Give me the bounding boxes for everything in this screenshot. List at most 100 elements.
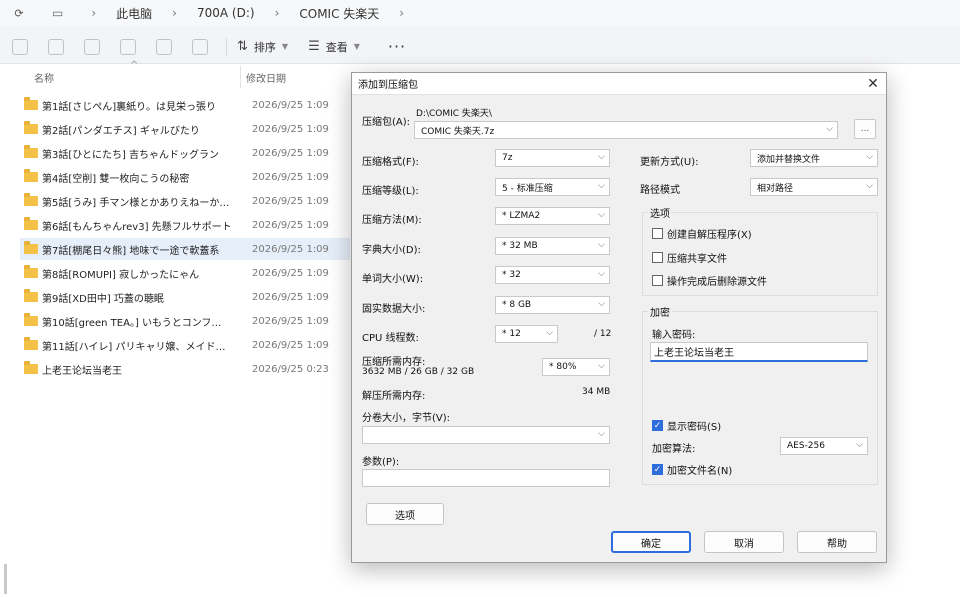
format-label: 压缩格式(F): <box>362 157 419 168</box>
chevron-right-icon: › <box>91 6 97 20</box>
pathmode-select[interactable]: 相对路径 ⌵ <box>750 178 878 196</box>
encryption-method-select[interactable]: AES-256 ⌵ <box>780 437 868 455</box>
file-row[interactable]: 第5話[うみ] 手マン様とかありえねーか… 2026/9/25 1:09 <box>20 190 350 212</box>
file-row[interactable]: 第8話[ROMUPI] 寂しかったにゃん 2026/9/25 1:09 <box>20 262 350 284</box>
level-label: 压缩等级(L): <box>362 186 419 197</box>
password-input[interactable]: 上老王论坛当老王 <box>650 342 868 362</box>
column-header-name[interactable]: 名称 <box>34 70 54 88</box>
level-select[interactable]: 5 - 标准压缩 ⌵ <box>495 178 610 196</box>
chevron-down-icon: ⌵ <box>598 152 605 162</box>
share-icon[interactable] <box>156 38 172 55</box>
folder-icon <box>24 241 38 254</box>
browse-button[interactable]: ... <box>854 119 876 139</box>
checkbox-unchecked-icon <box>652 252 663 263</box>
ok-button[interactable]: 确定 <box>611 531 691 553</box>
file-name: 第5話[うみ] 手マン様とかありえねーか… <box>42 197 230 209</box>
method-value: * LZMA2 <box>502 211 541 221</box>
breadcrumb-item-drive[interactable]: 700A (D:) <box>191 6 261 20</box>
file-row[interactable]: 第10話[green TEA。] いもうとコンフ… 2026/9/25 1:09 <box>20 310 350 332</box>
file-date: 2026/9/25 1:09 <box>252 147 329 159</box>
dict-value: * 32 MB <box>502 241 538 251</box>
file-name: 第2話[パンダエチス] ギャルびたり <box>42 125 200 137</box>
format-select[interactable]: 7z ⌵ <box>495 149 610 167</box>
file-date: 2026/9/25 1:09 <box>252 291 329 303</box>
show-password-checkbox[interactable]: ✓ 显示密码(S) <box>652 418 721 433</box>
params-input[interactable] <box>362 469 610 487</box>
dict-select[interactable]: * 32 MB ⌵ <box>495 237 610 255</box>
update-select[interactable]: 添加并替换文件 ⌵ <box>750 149 878 167</box>
solid-label: 固实数据大小: <box>362 304 426 315</box>
sort-button[interactable]: ⇅ 排序 ▼ <box>237 39 288 55</box>
file-date: 2026/9/25 1:09 <box>252 315 329 327</box>
solid-select[interactable]: * 8 GB ⌵ <box>495 296 610 314</box>
file-date: 2026/9/25 1:09 <box>252 339 329 351</box>
sort-label: 排序 <box>253 40 276 54</box>
split-select[interactable]: ⌵ <box>362 426 610 444</box>
file-date: 2026/9/25 1:09 <box>252 123 329 135</box>
view-button[interactable]: ☰ 查看 ▼ <box>308 39 360 55</box>
options-button[interactable]: 选项 <box>366 503 444 525</box>
archive-path: D:\COMIC 失楽天\ <box>416 109 492 119</box>
more-options-icon[interactable]: ··· <box>388 37 406 56</box>
file-row[interactable]: 第4話[空削] 雙一枚向こうの秘密 2026/9/25 1:09 <box>20 166 350 188</box>
refresh-icon[interactable]: ⟳ <box>12 6 26 20</box>
add-to-archive-dialog: 添加到压缩包 ✕ 压缩包(A): D:\COMIC 失楽天\ COMIC 失楽天… <box>351 72 887 563</box>
breadcrumb-item-folder[interactable]: COMIC 失楽天 <box>293 5 385 22</box>
chevron-down-icon: ⌵ <box>856 440 863 450</box>
chevron-down-icon: ⌵ <box>826 124 833 134</box>
paste-icon[interactable] <box>120 38 136 55</box>
delete-after-checkbox[interactable]: 操作完成后删除源文件 <box>652 273 767 288</box>
file-row[interactable]: 第9話[XD田中] 巧蓋の聴眠 2026/9/25 1:09 <box>20 286 350 308</box>
method-label: 压缩方法(M): <box>362 215 422 226</box>
params-label: 参数(P): <box>362 457 400 468</box>
pathmode-value: 相对路径 <box>757 183 794 194</box>
cut-icon[interactable] <box>48 38 64 55</box>
method-select[interactable]: * LZMA2 ⌵ <box>495 207 610 225</box>
encryption-method-label: 加密算法: <box>652 444 696 455</box>
new-icon[interactable] <box>12 38 28 55</box>
delete-icon[interactable] <box>192 38 208 55</box>
update-value: 添加并替换文件 <box>757 154 821 165</box>
cpu-value: * 12 <box>502 329 521 339</box>
breadcrumb: › 此电脑 › 700A (D:) › COMIC 失楽天 › <box>77 5 418 22</box>
word-label: 单词大小(W): <box>362 274 424 285</box>
view-icon: ☰ <box>308 39 320 54</box>
checkbox-unchecked-icon <box>652 275 663 286</box>
file-row[interactable]: 第6話[もんちゃんrev3] 先懸フルサポート 2026/9/25 1:09 <box>20 214 350 236</box>
dict-label: 字典大小(D): <box>362 245 421 256</box>
breadcrumb-item-pc[interactable]: 此电脑 <box>110 5 158 22</box>
split-label: 分卷大小，字节(V): <box>362 413 451 424</box>
computer-icon[interactable]: ▭ <box>52 6 63 20</box>
shared-files-checkbox[interactable]: 压缩共享文件 <box>652 250 727 265</box>
sfx-checkbox[interactable]: 创建自解压程序(X) <box>652 226 752 241</box>
mem-compress-select[interactable]: * 80% ⌵ <box>542 358 610 376</box>
file-date: 2026/9/25 1:09 <box>252 267 329 279</box>
file-row[interactable]: 第2話[パンダエチス] ギャルびたり 2026/9/25 1:09 <box>20 118 350 140</box>
file-name: 上老王论坛当老王 <box>42 365 122 377</box>
archive-filename-combo[interactable]: COMIC 失楽天.7z ⌵ <box>414 121 838 139</box>
update-label: 更新方式(U): <box>640 157 699 168</box>
column-header-modified[interactable]: 修改日期 <box>246 70 286 88</box>
column-divider[interactable] <box>240 66 241 88</box>
file-row[interactable]: 第11話[ハイレ] パリキャリ嬢、メイド… 2026/9/25 1:09 <box>20 334 350 356</box>
copy-icon[interactable] <box>84 38 100 55</box>
file-row[interactable]: 第3話[ひとにたち] 吉ちゃんドッグラン 2026/9/25 1:09 <box>20 142 350 164</box>
file-row[interactable]: 上老王论坛当老王 2026/9/25 0:23 <box>20 358 350 380</box>
view-label: 查看 <box>325 40 348 54</box>
folder-icon <box>24 97 38 110</box>
folder-icon <box>24 313 38 326</box>
archive-filename: COMIC 失楽天.7z <box>421 126 495 137</box>
close-icon[interactable]: ✕ <box>860 73 886 95</box>
word-select[interactable]: * 32 ⌵ <box>495 266 610 284</box>
folder-icon <box>24 289 38 302</box>
help-button[interactable]: 帮助 <box>797 531 877 553</box>
scrollbar-thumb[interactable] <box>4 564 7 594</box>
chevron-down-icon: ⌵ <box>598 210 605 220</box>
cancel-button[interactable]: 取消 <box>704 531 784 553</box>
cpu-select[interactable]: * 12 ⌵ <box>495 325 558 343</box>
file-row[interactable]: 第1話[さじぺん]裏紙り。は見栄っ張り 2026/9/25 1:09 <box>20 94 350 116</box>
file-row-selected[interactable]: 第7話[棚尾日々熊] 地味で一途で軟蓋系 2026/9/25 1:09 <box>20 238 350 260</box>
file-name: 第3話[ひとにたち] 吉ちゃんドッグラン <box>42 149 220 161</box>
encrypt-names-checkbox[interactable]: ✓ 加密文件名(N) <box>652 462 732 477</box>
checkbox-checked-icon: ✓ <box>652 420 663 431</box>
